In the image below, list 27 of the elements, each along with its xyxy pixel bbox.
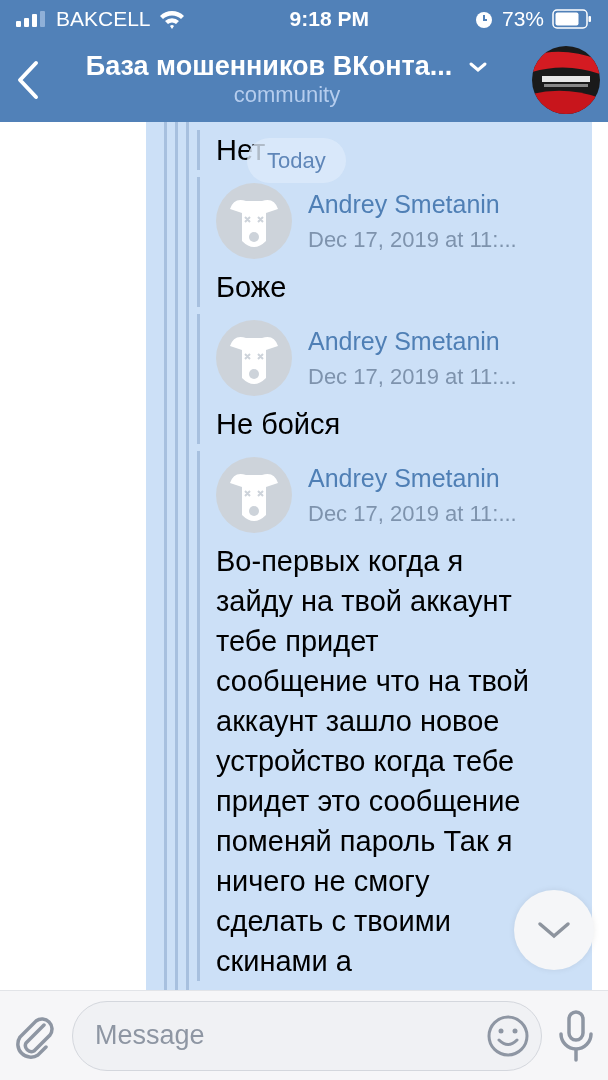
message-text: Боже [216, 270, 287, 305]
avatar-icon[interactable] [216, 183, 292, 259]
message-field[interactable]: Message [72, 1000, 542, 1071]
battery-icon [552, 9, 592, 29]
author-name[interactable]: Andrey Smetanin [308, 322, 517, 361]
chevron-down-icon[interactable] [537, 920, 571, 940]
author-name[interactable]: Andrey Smetanin [308, 185, 517, 224]
carrier-name: BAKCELL [56, 6, 151, 33]
chevron-down-icon[interactable] [468, 60, 489, 73]
smiley-icon[interactable] [486, 1013, 530, 1058]
signal-icon [16, 11, 48, 27]
message-date: Dec 17, 2019 at 11:... [308, 363, 517, 392]
message-date: Dec 17, 2019 at 11:... [308, 500, 517, 529]
battery-percent: 73% [501, 6, 544, 33]
microphone-icon[interactable] [558, 1009, 594, 1062]
message-date: Dec 17, 2019 at 11:... [308, 226, 517, 255]
wifi-icon [158, 9, 185, 29]
alarm-icon [473, 9, 494, 29]
chat-title[interactable]: База мошенников ВКонта... [85, 51, 453, 83]
chat-subtitle: community [233, 82, 341, 109]
avatar-icon[interactable] [216, 457, 292, 533]
clock-time: 9:18 PM [289, 6, 369, 33]
avatar-icon[interactable] [216, 320, 292, 396]
message-text: Не бойся [216, 407, 341, 442]
message-text: Нет [216, 133, 266, 168]
author-name[interactable]: Andrey Smetanin [308, 459, 517, 498]
message-text: Во-первых когда я зайду на твой аккаунт тебе придет сообщение что на твой аккаунт зашло новое устройство когда тебе придет это сообщение поменяй пароль Так я ничего не смогу сделать с твоими скинами а [216, 544, 530, 979]
